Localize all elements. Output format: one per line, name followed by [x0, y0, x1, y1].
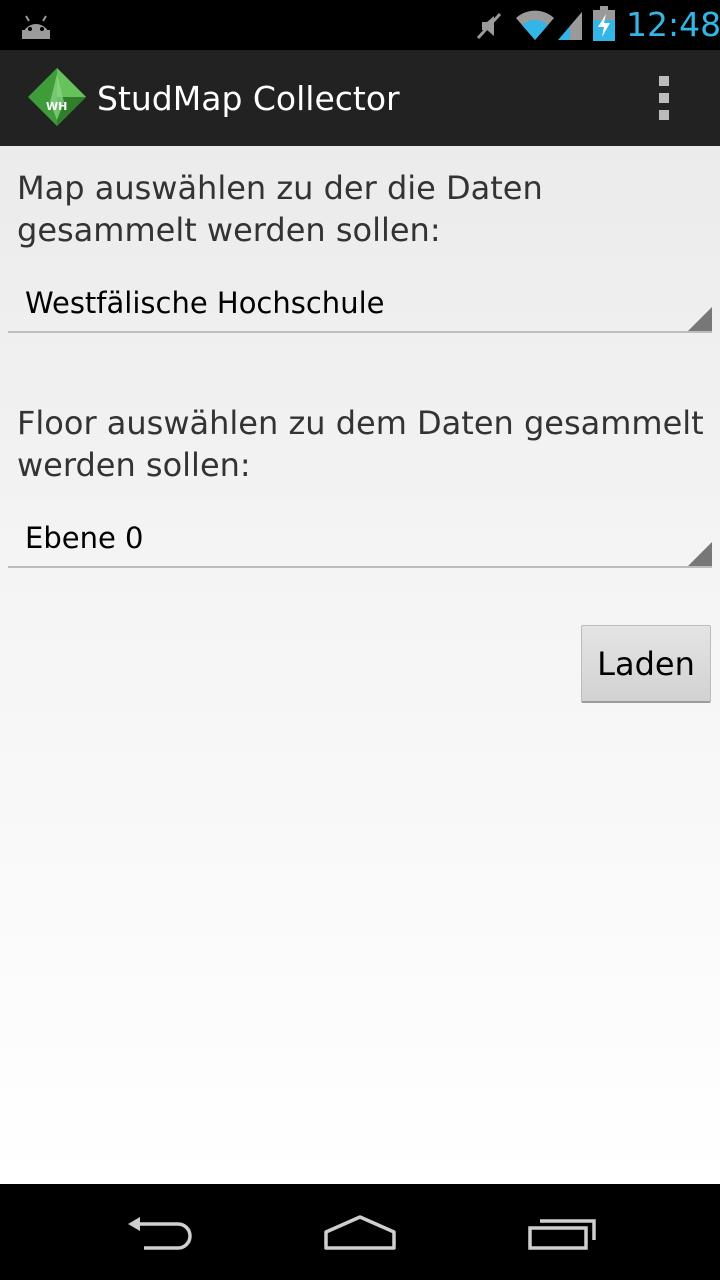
app-title: StudMap Collector — [97, 79, 400, 118]
android-icon — [22, 15, 50, 39]
status-bar: 12:48 — [0, 0, 720, 50]
overflow-menu-icon[interactable] — [640, 72, 688, 124]
floor-spinner[interactable]: Ebene 0 — [8, 508, 712, 568]
mute-icon — [476, 12, 502, 40]
signal-icon — [558, 12, 582, 40]
map-spinner-value: Westfälische Hochschule — [25, 286, 385, 320]
load-button[interactable]: Laden — [581, 625, 711, 703]
svg-text:WH: WH — [46, 100, 67, 113]
floor-spinner-value: Ebene 0 — [25, 521, 144, 555]
wifi-icon — [516, 10, 554, 40]
home-icon[interactable] — [322, 1212, 398, 1252]
spinner-underline — [8, 566, 712, 568]
recents-icon[interactable] — [526, 1212, 598, 1252]
spinner-underline — [8, 331, 712, 333]
battery-charging-icon — [593, 6, 615, 41]
map-select-label: Map auswählen zu der die Daten gesammelt… — [17, 169, 543, 249]
wh-logo-icon[interactable]: WH — [26, 66, 88, 128]
status-clock: 12:48 — [626, 5, 720, 44]
content-area: Map auswählen zu der die Daten gesammelt… — [0, 146, 720, 1184]
floor-select-label: Floor auswählen zu dem Daten gesammelt w… — [17, 404, 704, 484]
action-bar: WH StudMap Collector — [0, 50, 720, 146]
back-icon[interactable] — [124, 1212, 196, 1252]
dropdown-triangle-icon — [688, 307, 712, 331]
dropdown-triangle-icon — [688, 542, 712, 566]
navigation-bar — [0, 1184, 720, 1280]
map-spinner[interactable]: Westfälische Hochschule — [8, 273, 712, 333]
